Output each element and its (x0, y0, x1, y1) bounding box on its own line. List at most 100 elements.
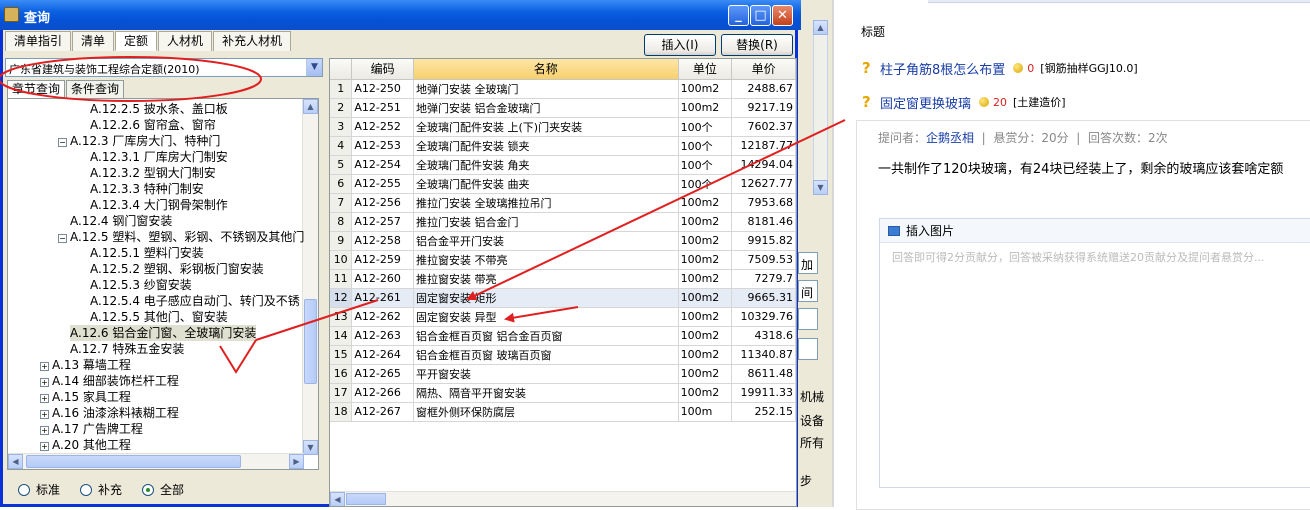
tab-condition-query[interactable]: 条件查询 (66, 80, 125, 98)
tab-list-guide[interactable]: 清单指引 (5, 31, 72, 51)
expand-icon[interactable]: + (40, 378, 49, 387)
table-row[interactable]: 15 A12-264 铝合金框百页窗 玻璃百页窗 100m2 11340.87 (330, 345, 796, 365)
table-row[interactable]: 17 A12-266 隔热、隔音平开窗安装 100m2 19911.33 (330, 383, 796, 403)
table-row[interactable]: 2 A12-251 地弹门安装 铝合金玻璃门 100m2 9217.19 (330, 98, 796, 118)
table-row[interactable]: 18 A12-267 窗框外侧环保防腐层 100m 252.15 (330, 402, 796, 422)
radio-dot[interactable] (142, 483, 155, 496)
minimize-button[interactable]: _ (728, 5, 749, 26)
expand-icon[interactable]: + (40, 426, 49, 435)
table-row[interactable]: 8 A12-257 推拉门安装 铝合金门 100m2 8181.46 (330, 212, 796, 232)
collapse-icon[interactable]: − (58, 138, 67, 147)
table-row[interactable]: 4 A12-253 全玻璃门配件安装 锁夹 100个 12187.77 (330, 136, 796, 156)
tab-chapter-query[interactable]: 章节查询 (7, 80, 66, 98)
insert-image-button[interactable]: 插入图片 (906, 222, 954, 239)
column-header[interactable] (330, 59, 353, 80)
scroll-thumb[interactable] (346, 493, 386, 505)
tree-node[interactable]: A.12.6 铝合金门窗、全玻璃门安装 (70, 325, 257, 341)
column-header[interactable]: 单价 (731, 59, 796, 80)
tree-node[interactable]: − A.12.3 厂库房大门、特种门 (58, 133, 220, 149)
scroll-left-icon[interactable]: ◀ (330, 492, 345, 506)
grid-horizontal-scrollbar[interactable]: ◀ (330, 491, 796, 506)
table-row[interactable]: 7 A12-256 推拉门安装 全玻璃推拉吊门 100m2 7953.68 (330, 193, 796, 213)
tree-node[interactable]: A.12.5.5 其他门、窗安装 (90, 309, 228, 325)
tree-node[interactable]: A.12.2.5 披水条、盖口板 (90, 101, 228, 117)
tree-node[interactable]: A.12.4 钢门窗安装 (70, 213, 172, 229)
radio-dot[interactable] (80, 483, 93, 496)
expand-icon[interactable]: + (40, 442, 49, 451)
background-button[interactable] (798, 338, 818, 360)
tree-node[interactable]: A.12.3.4 大门钢骨架制作 (90, 197, 228, 213)
collapse-icon[interactable]: − (58, 234, 67, 243)
radio-standard[interactable]: 标准 (18, 481, 60, 498)
background-button[interactable]: 间 (798, 280, 818, 302)
scroll-down-icon[interactable]: ▼ (813, 180, 828, 195)
tree-node[interactable]: + A.13 幕墙工程 (40, 357, 131, 373)
table-row[interactable]: 9 A12-258 铝合金平开门安装 100m2 9915.82 (330, 231, 796, 251)
title-bar[interactable]: 查询 _ □ ✕ (0, 0, 801, 30)
table-row[interactable]: 5 A12-254 全玻璃门配件安装 角夹 100个 14294.04 (330, 155, 796, 175)
answer-editor[interactable]: 插入图片 回答即可得2分贡献分，回答被采纳获得系统赠送20贡献分及提问者悬赏分.… (879, 218, 1310, 488)
tree-node[interactable]: A.12.5.2 塑钢、彩钢板门窗安装 (90, 261, 264, 277)
background-button[interactable] (798, 308, 818, 330)
replace-button[interactable]: 替换(R) (721, 34, 793, 56)
insert-button[interactable]: 插入(I) (644, 34, 716, 56)
tree-node[interactable]: + A.15 家具工程 (40, 389, 131, 405)
background-scrollbar[interactable]: ▲ ▼ (813, 20, 828, 195)
tab-extra-materials[interactable]: 补充人材机 (213, 31, 292, 51)
column-header[interactable]: 编码 (351, 59, 414, 80)
close-button[interactable]: ✕ (772, 5, 793, 26)
scroll-up-icon[interactable]: ▲ (813, 20, 828, 35)
table-row[interactable]: 10 A12-259 推拉窗安装 不带亮 100m2 7509.53 (330, 250, 796, 270)
tree-node[interactable]: + A.16 油漆涂料裱糊工程 (40, 405, 179, 421)
scroll-left-icon[interactable]: ◀ (8, 454, 23, 469)
tree-node[interactable]: A.12.3.3 特种门制安 (90, 181, 204, 197)
tree-node[interactable]: A.12.3.1 厂库房大门制安 (90, 149, 228, 165)
tab-materials[interactable]: 人材机 (158, 31, 213, 51)
table-row[interactable]: 13 A12-262 固定窗安装 异型 100m2 10329.76 (330, 307, 796, 327)
tree-node[interactable]: A.12.5.3 纱窗安装 (90, 277, 192, 293)
question-item[interactable]: ? 柱子角筋8根怎么布置 0 [钢筋抽样GGJ10.0] (862, 58, 1138, 78)
question-title-link[interactable]: 柱子角筋8根怎么布置 (880, 59, 1005, 78)
tree-node[interactable]: A.12.5.1 塑料门安装 (90, 245, 204, 261)
tab-list[interactable]: 清单 (72, 31, 115, 51)
tree-node[interactable]: A.12.2.6 窗帘盒、窗帘 (90, 117, 216, 133)
radio-extra[interactable]: 补充 (80, 481, 122, 498)
maximize-button[interactable]: □ (750, 5, 771, 26)
column-header[interactable]: 名称 (413, 59, 679, 80)
tree-node[interactable]: A.12.5.4 电子感应自动门、转门及不锈 (90, 293, 300, 309)
scroll-thumb[interactable] (26, 455, 241, 468)
tree-node[interactable]: − A.12.5 塑料、塑钢、彩钢、不锈钢及其他门 (58, 229, 304, 245)
question-item[interactable]: ? 固定窗更换玻璃 20 [土建造价] (862, 92, 1066, 112)
quota-library-select[interactable]: 广东省建筑与装饰工程综合定额(2010) ▼ (5, 58, 323, 77)
insert-image-toolbar[interactable]: 插入图片 (880, 219, 1310, 243)
chapter-tree[interactable]: ▲ ▼ ◀ ▶ A.12.2.5 披水条、盖口板 A.12.2.6 窗帘盒、窗帘 −… (7, 98, 319, 470)
asker-link[interactable]: 企鹅丞相 (926, 131, 974, 145)
radio-all[interactable]: 全部 (142, 481, 184, 498)
chevron-down-icon[interactable]: ▼ (306, 59, 322, 76)
column-header[interactable]: 单位 (678, 59, 733, 80)
tree-node[interactable]: A.12.7 特殊五金安装 (70, 341, 184, 357)
scroll-up-icon[interactable]: ▲ (303, 99, 318, 114)
expand-icon[interactable]: + (40, 394, 49, 403)
quota-grid[interactable]: 编码 名称 单位 单价 1 A12-250 地弹门安装 全玻璃门 100m2 2488.67 2… (329, 58, 797, 507)
tree-vertical-scrollbar[interactable]: ▲ ▼ (302, 99, 318, 455)
tree-node[interactable]: + A.17 广告牌工程 (40, 421, 143, 437)
table-row[interactable]: 12 A12-261 固定窗安装 矩形 100m2 9665.31 (330, 288, 796, 308)
table-row[interactable]: 1 A12-250 地弹门安装 全玻璃门 100m2 2488.67 (330, 79, 796, 99)
expand-icon[interactable]: + (40, 362, 49, 371)
table-row[interactable]: 16 A12-265 平开窗安装 100m2 8611.48 (330, 364, 796, 384)
scroll-thumb[interactable] (304, 299, 317, 384)
answer-placeholder[interactable]: 回答即可得2分贡献分，回答被采纳获得系统赠送20贡献分及提问者悬赏分... (880, 243, 1310, 271)
question-title-link[interactable]: 固定窗更换玻璃 (880, 93, 971, 112)
expand-icon[interactable]: + (40, 410, 49, 419)
background-button[interactable]: 加 (798, 252, 818, 274)
tree-horizontal-scrollbar[interactable]: ◀ ▶ (8, 453, 304, 469)
table-row[interactable]: 11 A12-260 推拉窗安装 带亮 100m2 7279.7 (330, 269, 796, 289)
table-row[interactable]: 6 A12-255 全玻璃门配件安装 曲夹 100个 12627.77 (330, 174, 796, 194)
table-row[interactable]: 14 A12-263 铝合金框百页窗 铝合金百页窗 100m2 4318.6 (330, 326, 796, 346)
tree-node[interactable]: A.12.3.2 型钢大门制安 (90, 165, 216, 181)
radio-dot[interactable] (18, 483, 30, 496)
scroll-down-icon[interactable]: ▼ (303, 440, 318, 455)
scroll-right-icon[interactable]: ▶ (289, 454, 304, 469)
tree-node[interactable]: + A.14 细部装饰栏杆工程 (40, 373, 179, 389)
